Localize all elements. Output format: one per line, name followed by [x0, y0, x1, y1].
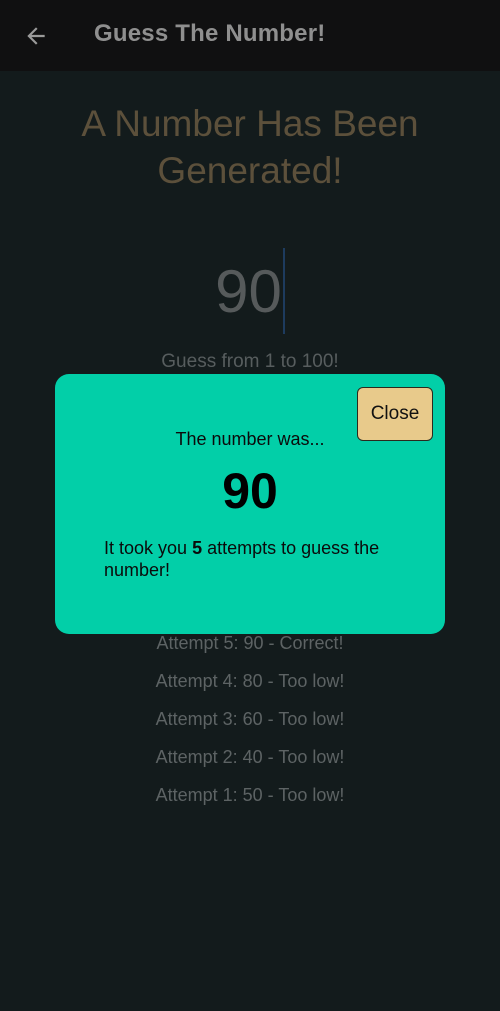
- summary-prefix: It took you: [104, 538, 193, 558]
- attempt-item: Attempt 4: 80 - Too low!: [155, 671, 345, 691]
- guess-input[interactable]: 90: [150, 248, 350, 336]
- attempt-summary: It took you 5 attempts to guess the numb…: [104, 537, 404, 581]
- attempt-count: 5: [192, 538, 203, 558]
- back-button[interactable]: [16, 16, 56, 56]
- headline-line-2: Generated!: [157, 150, 343, 191]
- app-bar: Guess The Number!: [0, 0, 500, 71]
- range-hint: Guess from 1 to 100!: [161, 351, 339, 372]
- guess-input-value: 90: [215, 258, 282, 325]
- reveal-number: 90: [222, 463, 278, 519]
- attempt-item: Attempt 5: 90 - Correct!: [156, 633, 344, 653]
- headline: A Number Has Been Generated!: [0, 100, 500, 194]
- attempt-item: Attempt 2: 40 - Too low!: [155, 747, 345, 767]
- reveal-label: The number was...: [175, 429, 325, 449]
- attempt-item: Attempt 1: 50 - Too low!: [155, 785, 345, 805]
- app-title: Guess The Number!: [94, 20, 326, 47]
- attempt-item: Attempt 3: 60 - Too low!: [155, 709, 345, 729]
- result-dialog: Close The number was... 90 It took you 5…: [55, 374, 445, 634]
- headline-line-1: A Number Has Been: [81, 103, 419, 144]
- text-caret: [282, 248, 285, 334]
- attempt-list: Attempt 5: 90 - Correct! Attempt 4: 80 -…: [0, 631, 500, 821]
- arrow-left-icon: [27, 27, 45, 45]
